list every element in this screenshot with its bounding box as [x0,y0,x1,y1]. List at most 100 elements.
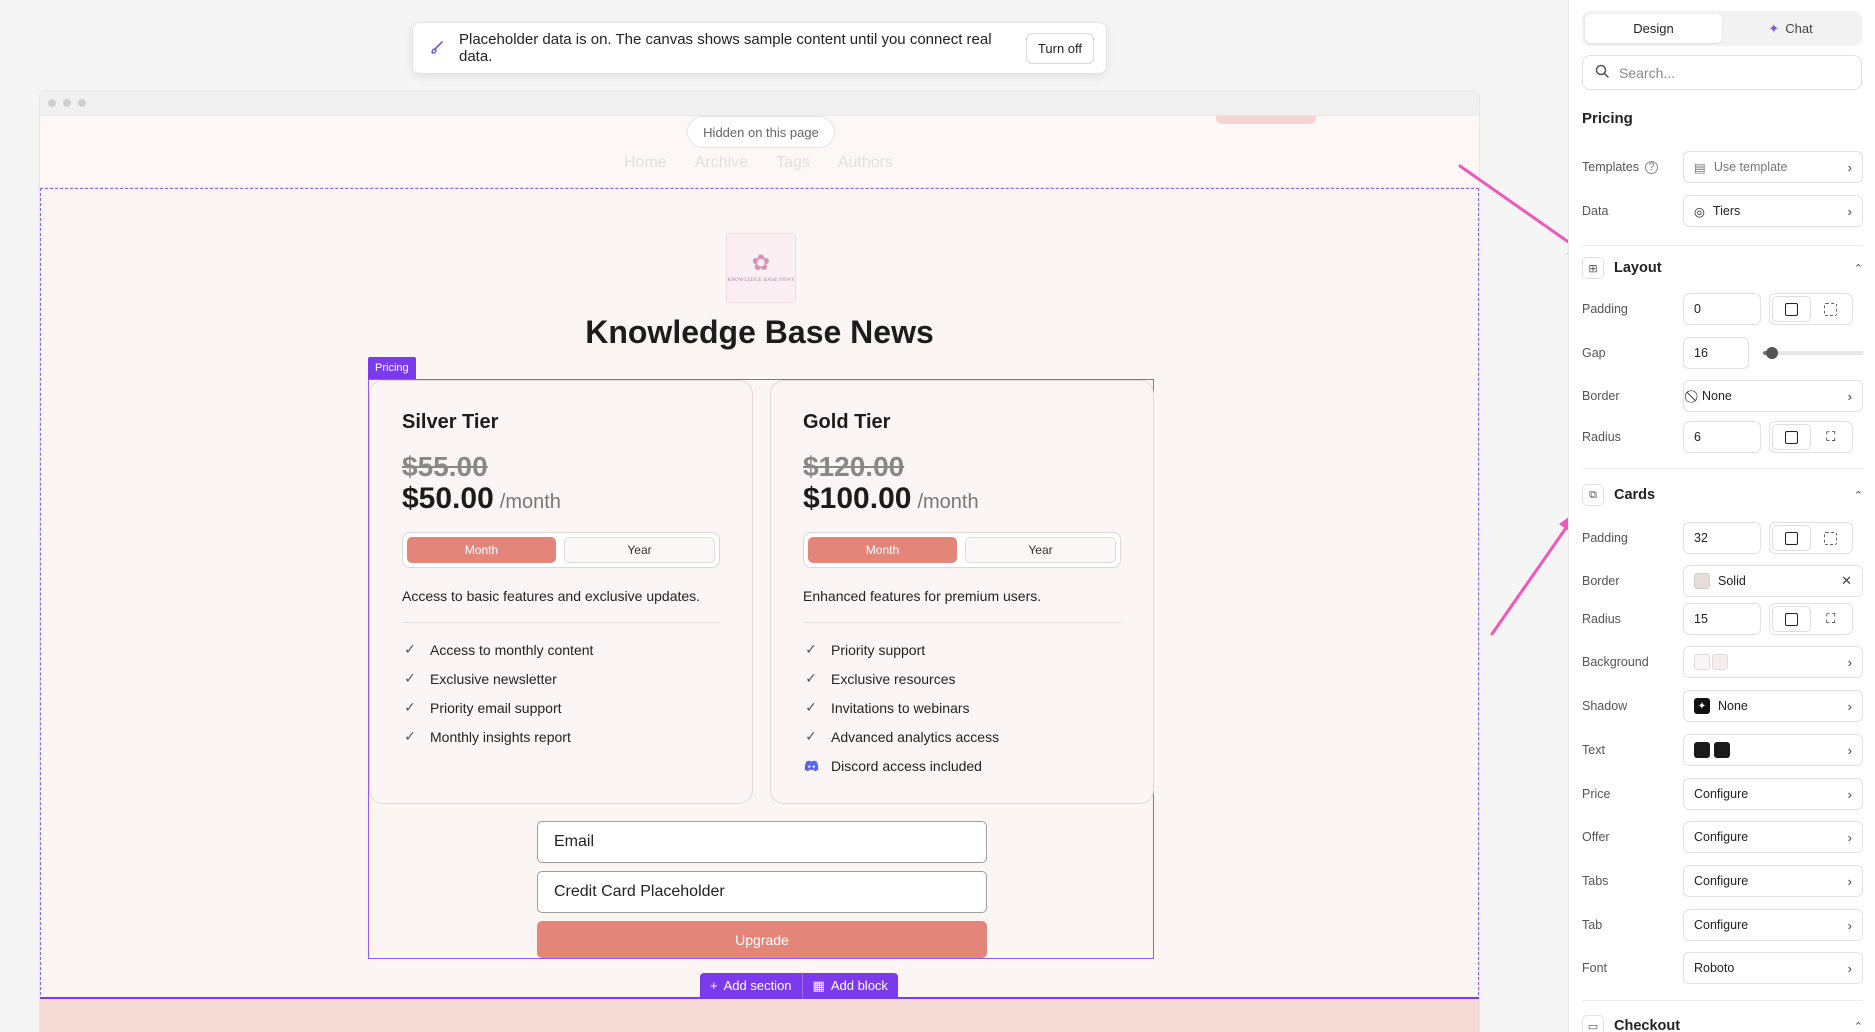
data-source-select[interactable]: ◎ Tiers › [1683,195,1863,227]
shadow-icon: ✦ [1694,698,1710,714]
template-value: Use template [1713,160,1788,174]
template-icon: ▤ [1694,160,1706,175]
feature-item: ✓ Priority support [803,635,1121,664]
use-template-select[interactable]: ▤ Use template › [1683,151,1863,183]
gap-slider[interactable] [1763,347,1863,359]
feature-item: ✓ Access to monthly content [402,635,720,664]
shadow-value: None [1718,699,1748,713]
help-icon[interactable]: ? [1644,160,1658,174]
cards-radius-input[interactable]: 15 [1683,603,1761,635]
uniform-option[interactable] [1773,297,1810,321]
add-section-label: Add section [723,978,792,993]
nav-item: Authors [837,154,893,171]
tab-configure-button[interactable]: Configure › [1683,909,1863,941]
border-value: None [1702,389,1732,403]
turn-off-button[interactable]: Turn off [1025,32,1094,64]
tab-month[interactable]: Month [808,537,957,563]
individual-option[interactable] [1813,526,1850,550]
add-block-button[interactable]: ▦ Add block [801,973,898,998]
credit-card-field[interactable]: Credit Card Placeholder [537,871,987,913]
cards-icon: ⧉ [1582,484,1604,506]
pricing-card-silver[interactable]: Silver Tier $55.00 $50.00 /month Month Y… [369,380,753,804]
search-input[interactable]: Search... [1582,55,1862,90]
uniform-option[interactable] [1773,526,1810,550]
layout-gap-input[interactable]: 16 [1683,337,1749,369]
individual-option[interactable]: ⛶ [1813,607,1850,631]
cards-text-row: Text › [1582,733,1863,767]
feature-label: Priority support [831,641,926,658]
pricing-section[interactable]: ✿ KNOWLEDGE BASE NEWS Knowledge Base New… [40,188,1479,1000]
tab-chat[interactable]: ✦ Chat [1722,14,1859,43]
flower-logo-icon: ✿ [751,250,771,275]
checkout-icon: ▭ [1582,1015,1604,1032]
cards-shadow-row: Shadow ✦ None › [1582,689,1863,723]
add-section-button[interactable]: + Add section [700,973,802,998]
discord-icon [803,760,819,772]
tabs-configure-button[interactable]: Configure › [1683,865,1863,897]
tab-design[interactable]: Design [1585,14,1722,43]
dashed-square-icon [1824,531,1838,545]
plus-icon: + [710,978,718,993]
checkout-section-header[interactable]: ▭ Checkout ⌃ [1582,1012,1863,1032]
pricing-block-tag[interactable]: Pricing [368,357,416,379]
cards-background-select[interactable]: › [1683,646,1863,678]
hidden-on-page-badge: Hidden on this page [687,116,835,148]
cards-section-header[interactable]: ⧉ Cards ⌃ [1582,481,1863,509]
configure-label: Configure [1694,830,1749,844]
price-period: /month [917,491,979,513]
check-icon: ✓ [805,728,817,744]
individual-option[interactable] [1813,297,1850,321]
uniform-option[interactable] [1773,425,1810,449]
cards-text-select[interactable]: › [1683,734,1863,766]
pricing-block[interactable]: Silver Tier $55.00 $50.00 /month Month Y… [368,379,1154,959]
tab-year[interactable]: Year [965,537,1116,563]
layout-padding-input[interactable]: 0 [1683,293,1761,325]
upgrade-button[interactable]: Upgrade [537,921,987,958]
old-price: $120.00 [803,451,905,482]
chevron-up-icon: ⌃ [1853,489,1863,502]
chevron-right-icon: › [1847,742,1852,758]
chevron-right-icon: › [1847,698,1852,714]
tab-design-label: Design [1633,21,1674,36]
price-configure-button[interactable]: Configure › [1683,778,1863,810]
individual-option[interactable]: ⛶ [1813,425,1850,449]
site-header[interactable]: Hidden on this page Home Archive Tags Au… [40,116,1479,188]
border-value: Solid [1718,574,1746,588]
feature-label: Exclusive newsletter [430,670,557,687]
old-price: $55.00 [402,451,488,482]
font-label: Font [1582,961,1608,975]
header-cta-ghost [1216,116,1316,124]
close-icon[interactable]: ✕ [1841,573,1852,589]
cards-shadow-select[interactable]: ✦ None › [1683,690,1863,722]
panel-title: Pricing [1582,110,1633,127]
pricing-card-gold[interactable]: Gold Tier $120.00 $100.00 /month Month Y… [770,380,1154,804]
check-icon: ✓ [805,641,817,657]
next-section[interactable] [40,999,1479,1032]
chevron-right-icon: › [1847,388,1852,404]
tab-month[interactable]: Month [407,537,556,563]
slider-knob[interactable] [1766,347,1778,359]
layout-radius-input[interactable]: 6 [1683,421,1761,453]
feature-item: ✓ Advanced analytics access [803,722,1121,751]
tab-year[interactable]: Year [564,537,715,563]
offer-configure-button[interactable]: Configure › [1683,821,1863,853]
square-icon [1784,430,1798,444]
search-icon [1595,64,1609,81]
background-swatch [1712,654,1728,670]
text-color-swatch [1714,742,1730,758]
cards-padding-row: Padding 32 [1582,521,1863,555]
price-label: Price [1582,787,1611,801]
cards-padding-input[interactable]: 32 [1683,522,1761,554]
font-select[interactable]: Roboto › [1683,952,1863,984]
nav-item: Tags [776,154,810,171]
email-field[interactable]: Email [537,821,987,863]
frame-chrome [40,91,1479,116]
uniform-option[interactable] [1773,607,1810,631]
layout-section-header[interactable]: ⊞ Layout ⌃ [1582,254,1863,282]
paint-brush-icon [425,36,449,60]
price-row: $50.00 /month [402,482,720,516]
tab-chat-label: Chat [1785,21,1813,36]
cards-border-select[interactable]: Solid ✕ [1683,565,1863,597]
layout-border-select[interactable]: ⃠None› [1683,380,1863,412]
tier-description: Enhanced features for premium users. [803,588,1121,623]
